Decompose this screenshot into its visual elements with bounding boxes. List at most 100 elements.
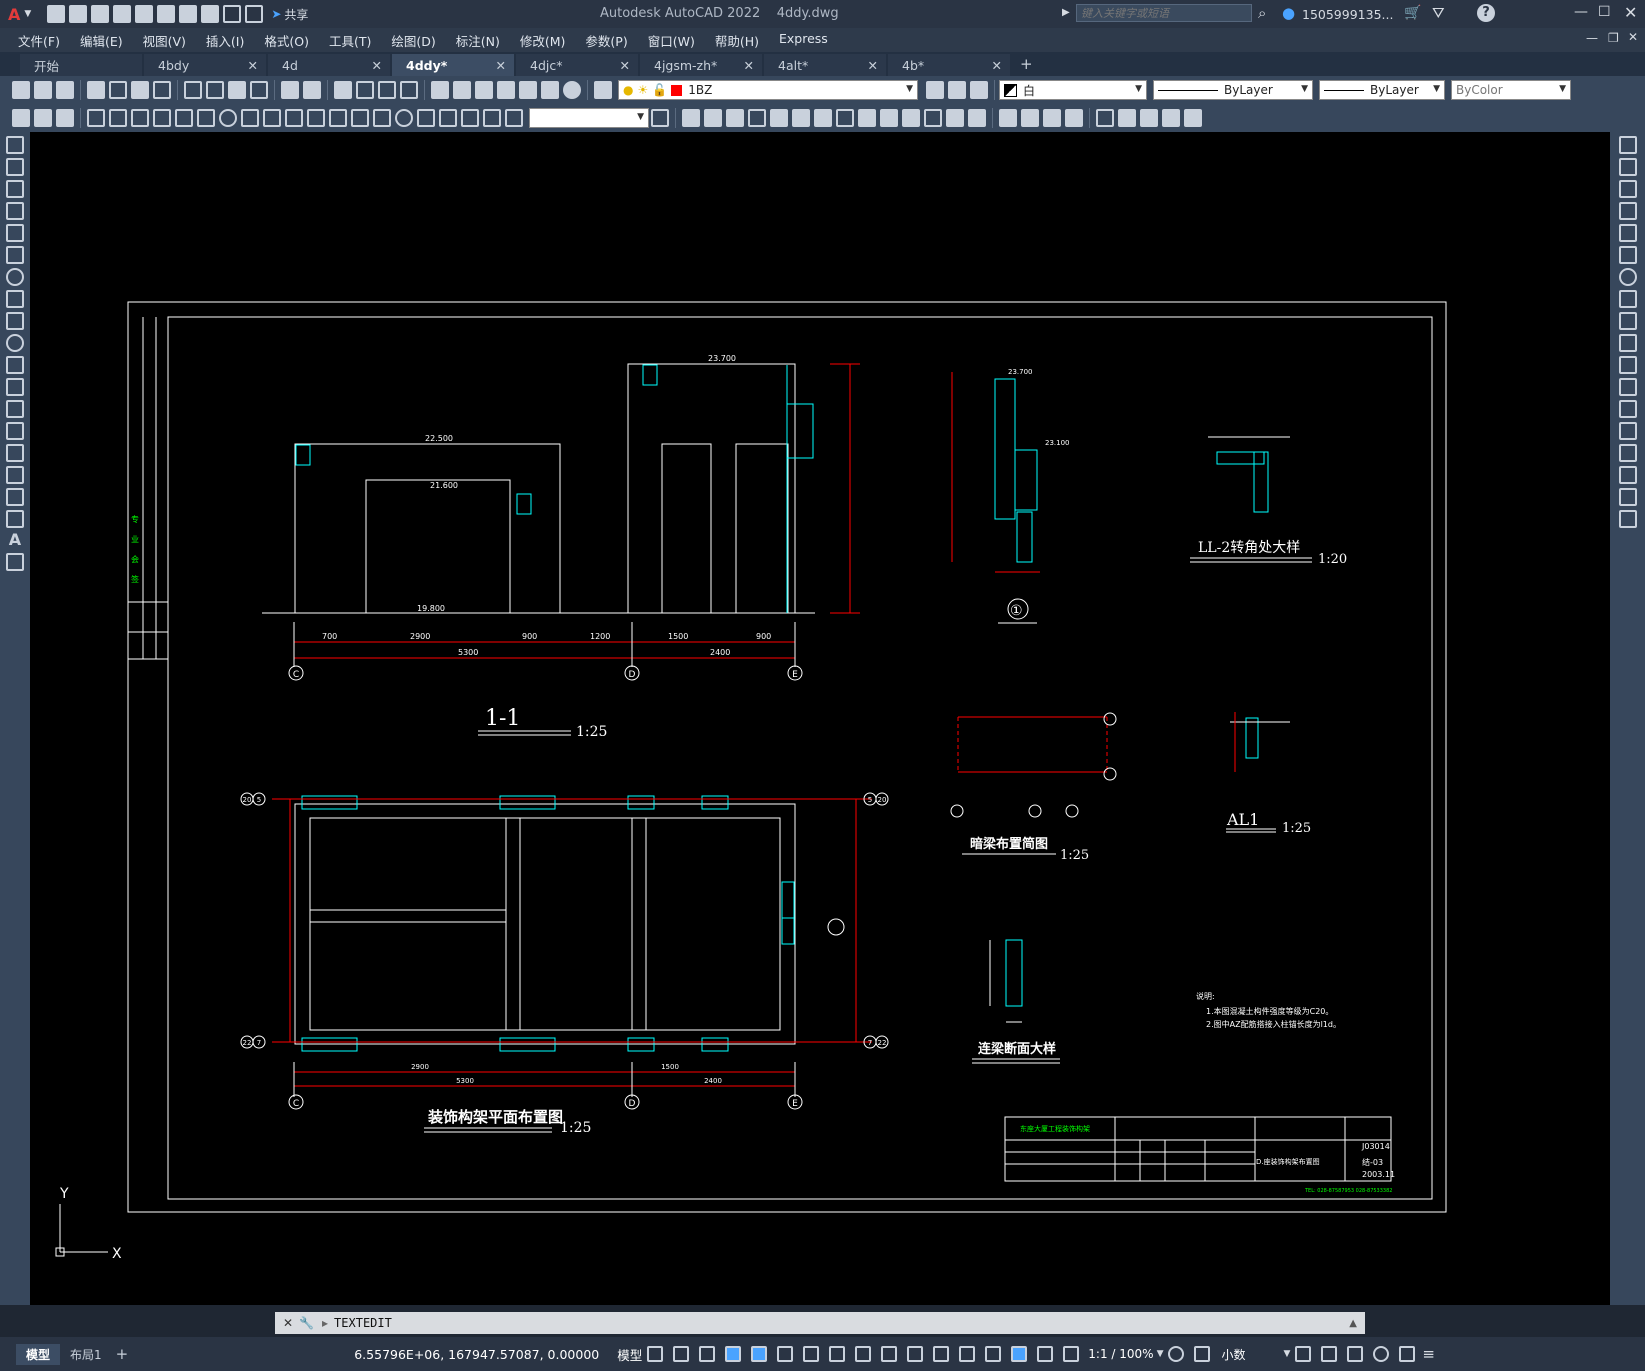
- polygon-icon[interactable]: [6, 202, 24, 220]
- layout-tab-model[interactable]: 模型: [16, 1343, 61, 1365]
- insert-block-icon[interactable]: [1162, 109, 1180, 127]
- dim-radius-icon[interactable]: [175, 109, 193, 127]
- menu-item[interactable]: 工具(T): [319, 31, 381, 50]
- print-icon[interactable]: [87, 81, 105, 99]
- save-icon[interactable]: [91, 5, 110, 23]
- drawing-canvas[interactable]: 专业会签 22.500 21.600 19.800 23.700 700 290…: [30, 132, 1610, 1305]
- block-icon[interactable]: [1140, 109, 1158, 127]
- chamfer-icon[interactable]: [968, 109, 986, 127]
- point-icon[interactable]: [6, 422, 24, 440]
- file-tab[interactable]: 4b* ✕: [888, 54, 1010, 76]
- transparency-icon[interactable]: [881, 1346, 898, 1362]
- move-icon[interactable]: [792, 109, 810, 127]
- model-space-button[interactable]: 模型: [617, 1345, 642, 1364]
- dim-break-icon[interactable]: [351, 109, 369, 127]
- customize-cmd-icon[interactable]: 🔧: [299, 1316, 314, 1330]
- menu-item[interactable]: 绘图(D): [381, 31, 445, 50]
- chevron-down-icon[interactable]: ▼: [1284, 1349, 1291, 1359]
- grid-icon[interactable]: [647, 1346, 664, 1362]
- command-line[interactable]: ✕ 🔧 ▸ TEXTEDIT ▲: [275, 1312, 1365, 1334]
- customize-status-icon[interactable]: ≡: [1422, 1345, 1435, 1363]
- open-web-icon[interactable]: [135, 5, 154, 23]
- chevron-down-icon[interactable]: ▼: [1157, 1349, 1164, 1359]
- blend-curves-icon[interactable]: [1618, 488, 1637, 506]
- plotstyle-dropdown[interactable]: ByColor ▼: [1451, 80, 1571, 100]
- autocad-logo-icon[interactable]: A: [8, 5, 20, 24]
- make-block-icon[interactable]: [6, 400, 24, 418]
- pan-icon[interactable]: [334, 81, 352, 99]
- lock-ui-icon[interactable]: [1321, 1346, 1338, 1362]
- clean-screen-icon[interactable]: [1399, 1346, 1416, 1362]
- array-tool-icon[interactable]: [1618, 224, 1637, 242]
- save-file-icon[interactable]: [56, 81, 74, 99]
- workspace-gear-icon[interactable]: [1168, 1346, 1185, 1362]
- dim-space-icon[interactable]: [329, 109, 347, 127]
- search-icon[interactable]: ⌕: [1258, 4, 1266, 22]
- customize-qat-icon[interactable]: [245, 5, 264, 23]
- open-file-icon[interactable]: [34, 81, 52, 99]
- gradient-icon[interactable]: [6, 466, 24, 484]
- dim-diameter-icon[interactable]: [219, 109, 237, 127]
- user-icon[interactable]: ●: [1282, 4, 1295, 22]
- paste-icon[interactable]: [228, 81, 246, 99]
- doc-close-icon[interactable]: ✕: [1628, 30, 1638, 44]
- add-selected-icon[interactable]: [6, 553, 24, 571]
- dynamic-ucs-icon[interactable]: [959, 1346, 976, 1362]
- user-name[interactable]: 1505999135...: [1302, 7, 1393, 22]
- explode-icon[interactable]: [1065, 109, 1083, 127]
- mirror-tool-icon[interactable]: [1618, 180, 1637, 198]
- scale-tool-icon[interactable]: [1618, 290, 1637, 308]
- tab-close-icon[interactable]: ✕: [868, 58, 878, 73]
- design-center-icon[interactable]: [453, 81, 471, 99]
- tolerance-icon[interactable]: [373, 109, 391, 127]
- move-tool-icon[interactable]: [1618, 246, 1637, 264]
- dim-jogged-icon[interactable]: [197, 109, 215, 127]
- annotation-scale[interactable]: 1:1 / 100%: [1088, 1347, 1153, 1361]
- annotation-visibility-icon[interactable]: [1037, 1346, 1054, 1362]
- doc-restore-icon[interactable]: ❐: [1608, 31, 1619, 45]
- union-icon[interactable]: [999, 109, 1017, 127]
- layer-previous-icon[interactable]: [948, 81, 966, 99]
- publish-icon[interactable]: [131, 81, 149, 99]
- menu-item[interactable]: 文件(F): [8, 31, 70, 50]
- dim-angular-icon[interactable]: [241, 109, 259, 127]
- join-icon[interactable]: [946, 109, 964, 127]
- table-style-icon[interactable]: [56, 109, 74, 127]
- ortho-icon[interactable]: [725, 1346, 742, 1362]
- menu-item[interactable]: 修改(M): [510, 31, 576, 50]
- dim-text-edit-icon[interactable]: [483, 109, 501, 127]
- coordinates-readout[interactable]: 6.55796E+06, 167947.57087, 0.00000: [354, 1347, 599, 1362]
- offset-icon[interactable]: [748, 109, 766, 127]
- menu-item[interactable]: 帮助(H): [705, 31, 769, 50]
- gizmo-icon[interactable]: [1011, 1346, 1028, 1362]
- snap-icon[interactable]: [673, 1346, 690, 1362]
- copy-icon[interactable]: [206, 81, 224, 99]
- close-cmd-icon[interactable]: ✕: [283, 1316, 293, 1330]
- redo-tool-icon[interactable]: [303, 81, 321, 99]
- polar-icon[interactable]: [751, 1346, 768, 1362]
- annotation-monitor-icon[interactable]: [1194, 1346, 1211, 1362]
- intersect-icon[interactable]: [1043, 109, 1061, 127]
- markup-icon[interactable]: [519, 81, 537, 99]
- rectangle-icon[interactable]: [6, 224, 24, 242]
- minimize-icon[interactable]: —: [1574, 4, 1588, 20]
- lineweight-icon[interactable]: [855, 1346, 872, 1362]
- tab-close-icon[interactable]: ✕: [992, 58, 1002, 73]
- rotate-icon[interactable]: [814, 109, 832, 127]
- file-tab[interactable]: 开始: [20, 54, 142, 76]
- hatch-icon[interactable]: [6, 444, 24, 462]
- add-layout-icon[interactable]: +: [116, 1345, 129, 1363]
- layout-tab-layout1[interactable]: 布局1: [60, 1344, 112, 1365]
- inspect-icon[interactable]: [417, 109, 435, 127]
- text-style-icon[interactable]: [34, 109, 52, 127]
- lineweight-dropdown[interactable]: ByLayer ▼: [1319, 80, 1445, 100]
- subtract-icon[interactable]: [1021, 109, 1039, 127]
- menu-item[interactable]: Express: [769, 31, 838, 50]
- command-text[interactable]: TEXTEDIT: [334, 1316, 392, 1330]
- refedit-icon[interactable]: [1184, 109, 1202, 127]
- new-icon[interactable]: [47, 5, 66, 23]
- preview-icon[interactable]: [109, 81, 127, 99]
- file-tab[interactable]: 4d ✕: [268, 54, 390, 76]
- selection-filter-icon[interactable]: [985, 1346, 1002, 1362]
- osnap-tracking-icon[interactable]: [803, 1346, 820, 1362]
